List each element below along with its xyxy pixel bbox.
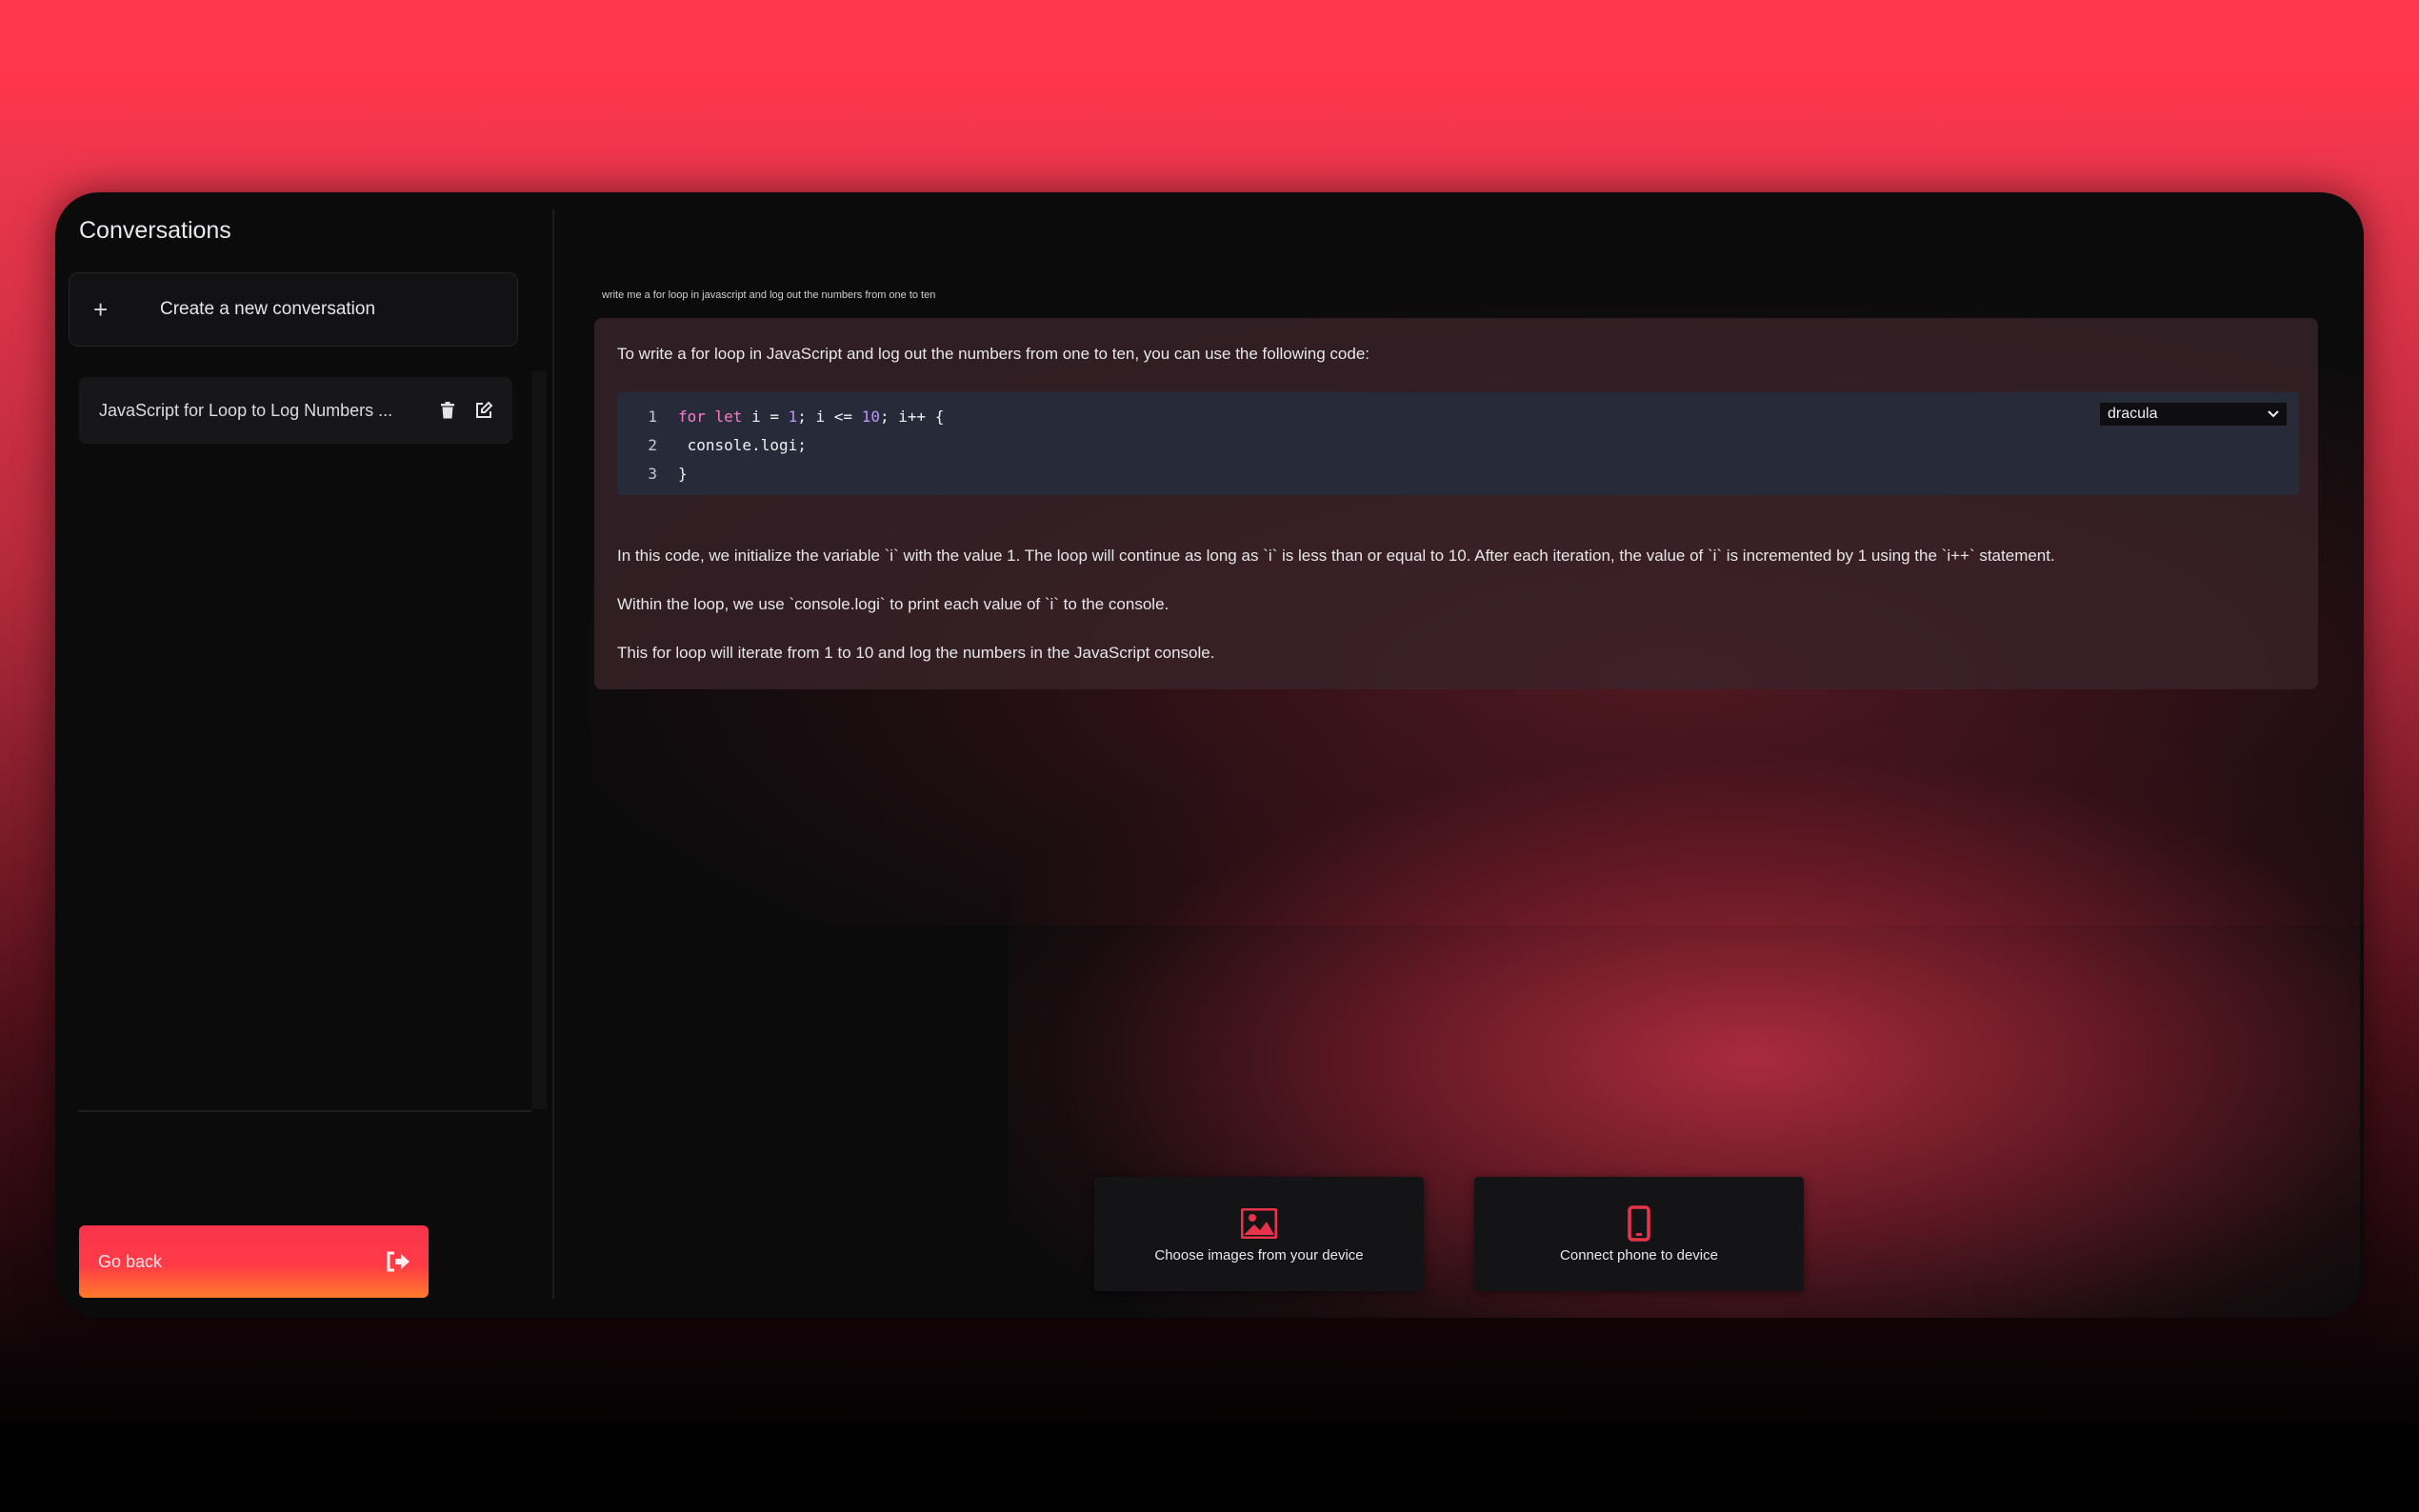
create-conversation-label: Create a new conversation <box>160 299 376 319</box>
connect-phone-label: Connect phone to device <box>1560 1246 1718 1263</box>
sidebar-divider <box>78 1110 531 1112</box>
go-back-label: Go back <box>98 1251 163 1271</box>
vertical-divider <box>552 209 554 1299</box>
code-line: 2 console.logi; <box>617 430 807 459</box>
line-number: 2 <box>648 435 657 454</box>
line-number: 1 <box>648 407 657 426</box>
edit-icon[interactable] <box>472 399 495 422</box>
create-conversation-button[interactable]: + Create a new conversation <box>69 272 518 347</box>
connect-phone-button[interactable]: Connect phone to device <box>1474 1177 1804 1291</box>
choose-images-button[interactable]: Choose images from your device <box>1094 1177 1424 1291</box>
conversation-item[interactable]: JavaScript for Loop to Log Numbers ... <box>79 377 512 444</box>
answer-paragraph: This for loop will iterate from 1 to 10 … <box>617 644 1215 662</box>
go-back-button[interactable]: Go back <box>79 1225 429 1298</box>
answer-paragraph: In this code, we initialize the variable… <box>617 547 2055 565</box>
sidebar-title: Conversations <box>79 217 231 244</box>
bottom-banner <box>0 1436 2419 1512</box>
top-banner <box>0 0 2419 76</box>
code-text: console.logi; <box>678 435 807 454</box>
trash-icon[interactable] <box>436 399 459 422</box>
code-block: 1 for let i = 1; i <= 10; i++ { 2 consol… <box>617 392 2299 495</box>
code-text: for let i = 1; i <= 10; i++ { <box>678 407 945 426</box>
code-line: 3 } <box>617 459 688 487</box>
code-line: 1 for let i = 1; i <= 10; i++ { <box>617 402 944 430</box>
answer-paragraph: Within the loop, we use `console.logi` t… <box>617 595 1170 613</box>
phone-icon <box>1620 1204 1658 1242</box>
plus-icon: + <box>93 294 109 324</box>
user-prompt: write me a for loop in javascript and lo… <box>602 289 936 301</box>
conversation-list-scrollbar[interactable] <box>531 371 547 1109</box>
choose-images-label: Choose images from your device <box>1154 1246 1364 1263</box>
app-window: Conversations + Create a new conversatio… <box>55 192 2364 1318</box>
theme-select[interactable]: dracula <box>2099 402 2288 427</box>
code-text: } <box>678 464 688 483</box>
logout-icon <box>383 1246 413 1277</box>
theme-select-value: dracula <box>2108 406 2158 422</box>
assistant-answer: To write a for loop in JavaScript and lo… <box>594 318 2318 689</box>
answer-intro: To write a for loop in JavaScript and lo… <box>617 345 1370 363</box>
image-icon <box>1240 1205 1278 1242</box>
sidebar: Conversations + Create a new conversatio… <box>55 192 552 1318</box>
chevron-down-icon <box>2268 406 2279 423</box>
conversation-title: JavaScript for Loop to Log Numbers ... <box>99 400 393 420</box>
line-number: 3 <box>648 464 657 483</box>
